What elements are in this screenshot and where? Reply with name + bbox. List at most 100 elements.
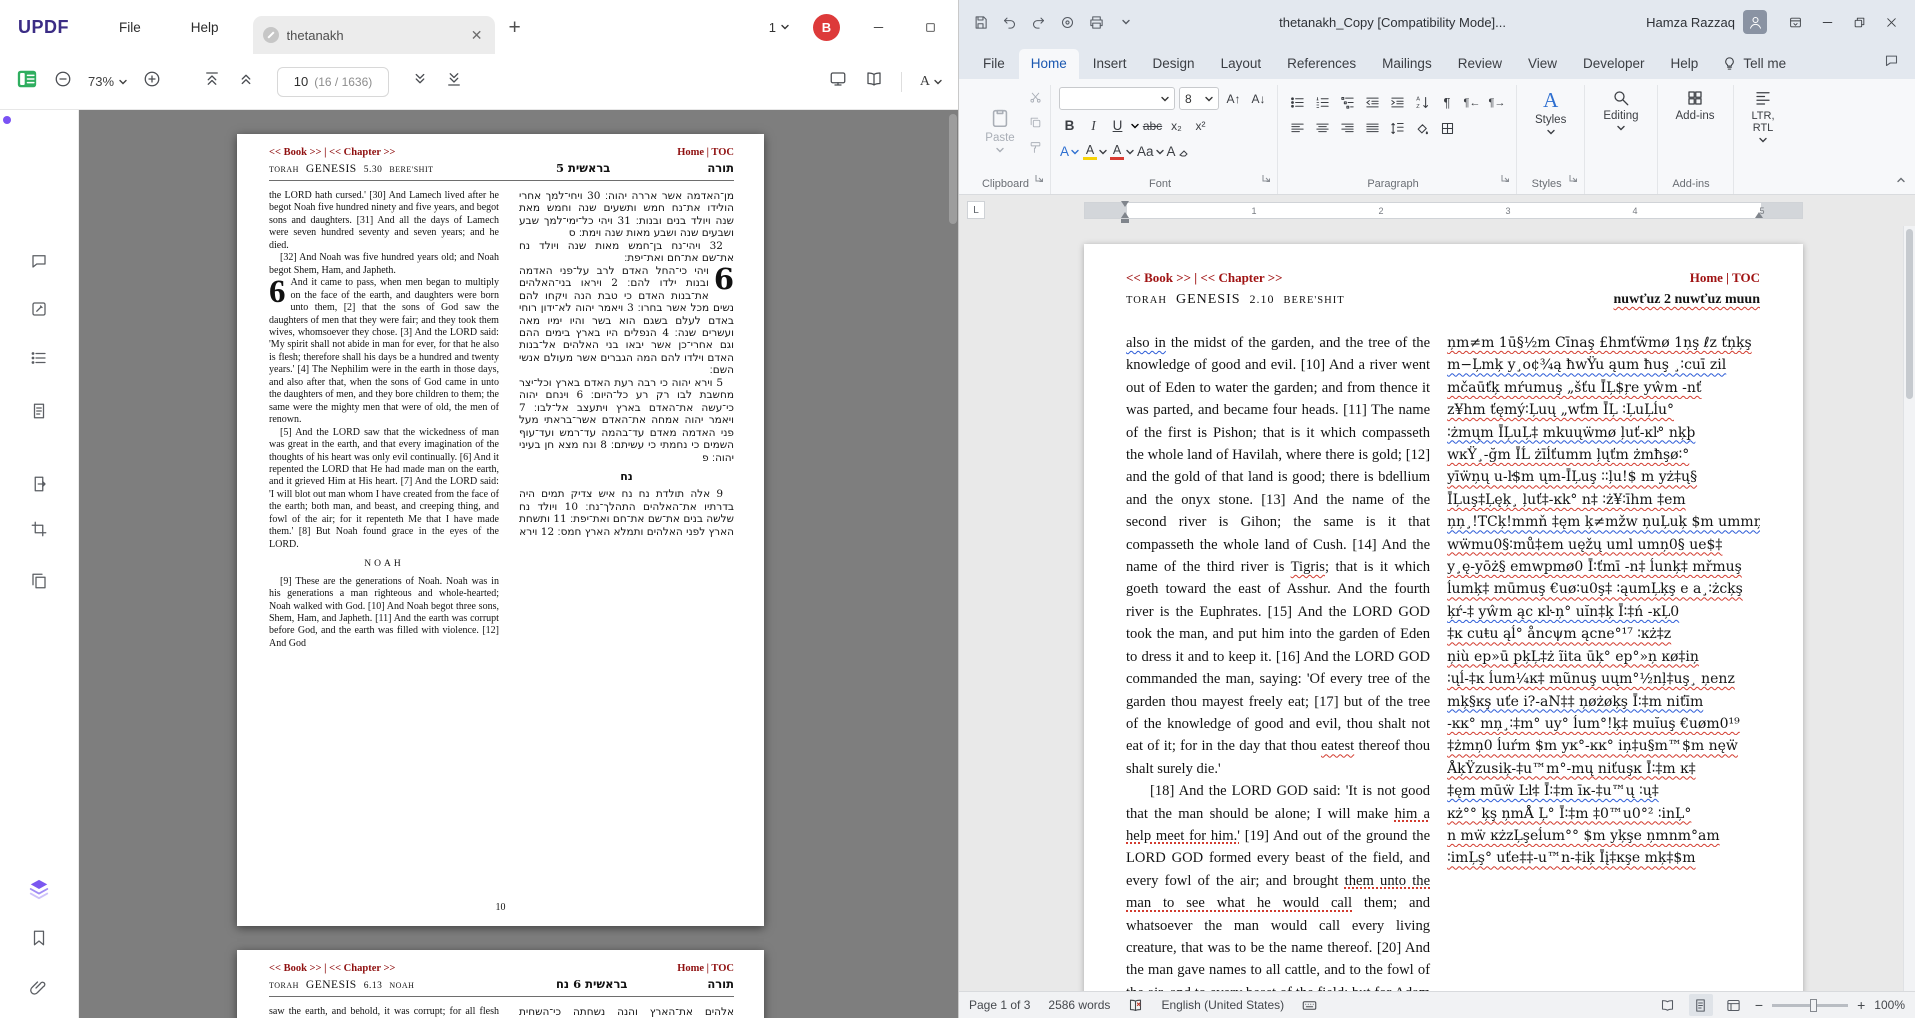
text-effects-button[interactable]: A [1059, 141, 1080, 162]
restore-icon[interactable] [1843, 7, 1875, 37]
previous-page-icon[interactable] [237, 70, 255, 93]
tab-close-icon[interactable]: ✕ [469, 27, 485, 44]
presentation-mode-icon[interactable] [829, 70, 847, 93]
home-toc-links[interactable]: Home | TOC [677, 963, 734, 974]
format-painter-icon[interactable] [1029, 141, 1042, 159]
home-toc-links[interactable]: Home | TOC [1690, 270, 1760, 286]
multilevel-list-icon[interactable] [1336, 92, 1358, 113]
page-indicator[interactable]: Page 1 of 3 [969, 998, 1030, 1012]
dialog-launcher-icon[interactable] [1033, 171, 1045, 189]
show-paragraph-marks-icon[interactable]: ¶ [1436, 92, 1458, 113]
ribbon-tab[interactable]: Help [1659, 49, 1711, 79]
next-page-icon[interactable] [411, 70, 429, 93]
word-canvas[interactable]: << Book >> | << Chapter >> Home | TOC TO… [959, 226, 1903, 991]
subscript-button[interactable]: x₂ [1166, 115, 1187, 136]
outline-panel-icon[interactable] [30, 349, 48, 372]
ribbon-tab[interactable]: View [1516, 49, 1569, 79]
book-chapter-links[interactable]: << Book >> | << Chapter >> [269, 147, 395, 158]
book-chapter-links[interactable]: << Book >> | << Chapter >> [269, 963, 395, 974]
print-layout-icon[interactable] [1689, 994, 1713, 1016]
read-mode-icon[interactable] [1656, 994, 1680, 1016]
organize-pages-icon[interactable] [30, 572, 48, 595]
first-page-icon[interactable] [203, 70, 221, 93]
editing-button[interactable]: Editing [1593, 87, 1648, 172]
paste-button[interactable]: Paste [977, 87, 1023, 172]
attachment-panel-icon[interactable] [30, 979, 48, 1002]
ribbon-tab[interactable]: Mailings [1370, 49, 1444, 79]
zoom-in-icon[interactable] [143, 70, 161, 93]
justify-icon[interactable] [1361, 118, 1383, 139]
zoom-level-dropdown[interactable]: 73% [88, 74, 127, 89]
align-right-icon[interactable] [1336, 118, 1358, 139]
quick-print-icon[interactable] [1083, 9, 1110, 36]
ribbon-tab[interactable]: Insert [1081, 49, 1139, 79]
collapse-ribbon-icon[interactable] [1897, 170, 1905, 188]
crop-tool-icon[interactable] [30, 520, 48, 543]
tab-selector[interactable]: L [967, 201, 985, 219]
ribbon-tab[interactable]: Layout [1209, 49, 1274, 79]
pdf-canvas[interactable]: << Book >> | << Chapter >> Home | TOC TO… [79, 110, 958, 1018]
layers-panel-icon[interactable] [28, 878, 50, 905]
zoom-in-button[interactable]: + [1857, 997, 1865, 1013]
addins-button[interactable]: Add-ins [1666, 87, 1725, 172]
align-left-icon[interactable] [1286, 118, 1308, 139]
right-indent-marker[interactable] [1755, 208, 1763, 218]
notes-panel-icon[interactable] [30, 402, 48, 425]
bold-button[interactable]: B [1059, 115, 1080, 136]
ribbon-tab[interactable]: Review [1446, 49, 1514, 79]
word-scrollbar-thumb[interactable] [1906, 229, 1913, 399]
horizontal-ruler[interactable]: L 12345 [959, 195, 1915, 226]
zoom-slider-thumb[interactable] [1810, 999, 1817, 1012]
bookmark-panel-icon[interactable] [30, 929, 48, 952]
export-page-icon[interactable] [30, 475, 48, 498]
minimize-icon[interactable] [864, 13, 892, 41]
word-count[interactable]: 2586 words [1048, 998, 1110, 1012]
window-count-dropdown[interactable]: 1 [769, 20, 789, 35]
user-avatar[interactable]: B [813, 14, 840, 41]
ribbon-tab[interactable]: Home [1019, 49, 1079, 79]
proofing-icon[interactable] [1128, 998, 1143, 1013]
minimize-icon[interactable] [1811, 7, 1843, 37]
text-select-tool-icon[interactable]: A [920, 74, 942, 90]
pdf-scrollbar-thumb[interactable] [949, 114, 957, 224]
close-icon[interactable] [1875, 7, 1907, 37]
menu-file[interactable]: File [107, 12, 153, 43]
font-size-combobox[interactable]: 8 [1179, 87, 1219, 110]
superscript-button[interactable]: x² [1190, 115, 1211, 136]
reader-mode-icon[interactable] [865, 70, 883, 93]
thumbnail-panel-icon[interactable] [16, 68, 38, 95]
new-tab-button[interactable]: + [509, 17, 521, 38]
web-layout-icon[interactable] [1722, 994, 1746, 1016]
zoom-percentage[interactable]: 100% [1874, 998, 1905, 1012]
increase-indent-icon[interactable] [1386, 92, 1408, 113]
account-area[interactable]: Hamza Razzaq [1646, 10, 1767, 34]
italic-button[interactable]: I [1083, 115, 1104, 136]
keyboard-icon[interactable] [1302, 998, 1317, 1013]
chevron-down-icon[interactable] [1131, 123, 1139, 129]
shrink-font-button[interactable]: A↓ [1248, 88, 1269, 109]
comment-tool-icon[interactable] [30, 252, 48, 275]
highlight-button[interactable]: A [1083, 141, 1107, 162]
copy-icon[interactable] [1029, 116, 1042, 134]
edit-tool-icon[interactable] [30, 300, 48, 323]
font-name-combobox[interactable] [1059, 87, 1175, 110]
ribbon-tab[interactable]: File [971, 49, 1017, 79]
line-spacing-icon[interactable] [1386, 118, 1408, 139]
decrease-indent-icon[interactable] [1361, 92, 1383, 113]
font-color-button[interactable]: A [1110, 141, 1134, 162]
ltr-text-direction-icon[interactable]: ¶← [1461, 92, 1483, 113]
zoom-slider[interactable] [1772, 1004, 1848, 1007]
dialog-launcher-icon[interactable] [1499, 171, 1511, 189]
word-page[interactable]: << Book >> | << Chapter >> Home | TOC TO… [1084, 244, 1803, 991]
touch-mode-icon[interactable] [1054, 9, 1081, 36]
pdf-scrollbar[interactable] [949, 112, 957, 1016]
language-indicator[interactable]: English (United States) [1161, 998, 1284, 1012]
redo-icon[interactable] [1025, 9, 1052, 36]
menu-help[interactable]: Help [179, 12, 231, 43]
dialog-launcher-icon[interactable] [1567, 171, 1579, 189]
word-scrollbar[interactable] [1903, 226, 1915, 991]
sort-icon[interactable]: AZ [1411, 92, 1433, 113]
change-case-button[interactable]: Aa [1137, 141, 1164, 162]
borders-icon[interactable] [1436, 118, 1458, 139]
cut-icon[interactable] [1029, 91, 1042, 109]
